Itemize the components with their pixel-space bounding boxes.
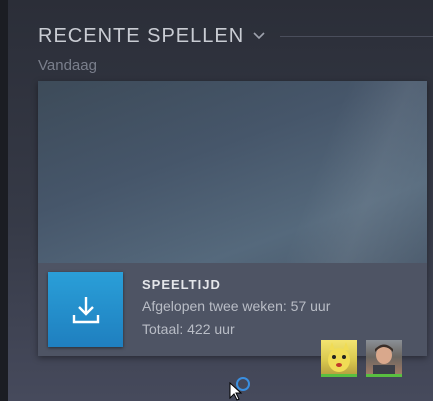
section-title[interactable]: RECENTE SPELLEN	[38, 25, 244, 48]
header-divider	[280, 35, 433, 37]
friend-avatar[interactable]	[366, 340, 402, 377]
friend-avatar[interactable]	[321, 340, 357, 377]
left-panel-edge	[0, 0, 8, 401]
download-button[interactable]	[48, 272, 123, 347]
playtime-total: Totaal: 422 uur	[142, 321, 235, 337]
recent-games-header[interactable]: RECENTE SPELLEN	[38, 22, 433, 50]
download-icon	[72, 296, 99, 323]
game-card[interactable]: SPEELTIJD Afgelopen twee weken: 57 uur T…	[38, 81, 427, 377]
playtime-recent: Afgelopen twee weken: 57 uur	[142, 298, 331, 314]
game-artwork[interactable]	[38, 81, 427, 263]
mouse-cursor-icon	[229, 382, 243, 401]
chevron-down-icon[interactable]	[252, 31, 266, 41]
playtime-title: SPEELTIJD	[142, 277, 221, 292]
day-label: Vandaag	[38, 57, 97, 74]
